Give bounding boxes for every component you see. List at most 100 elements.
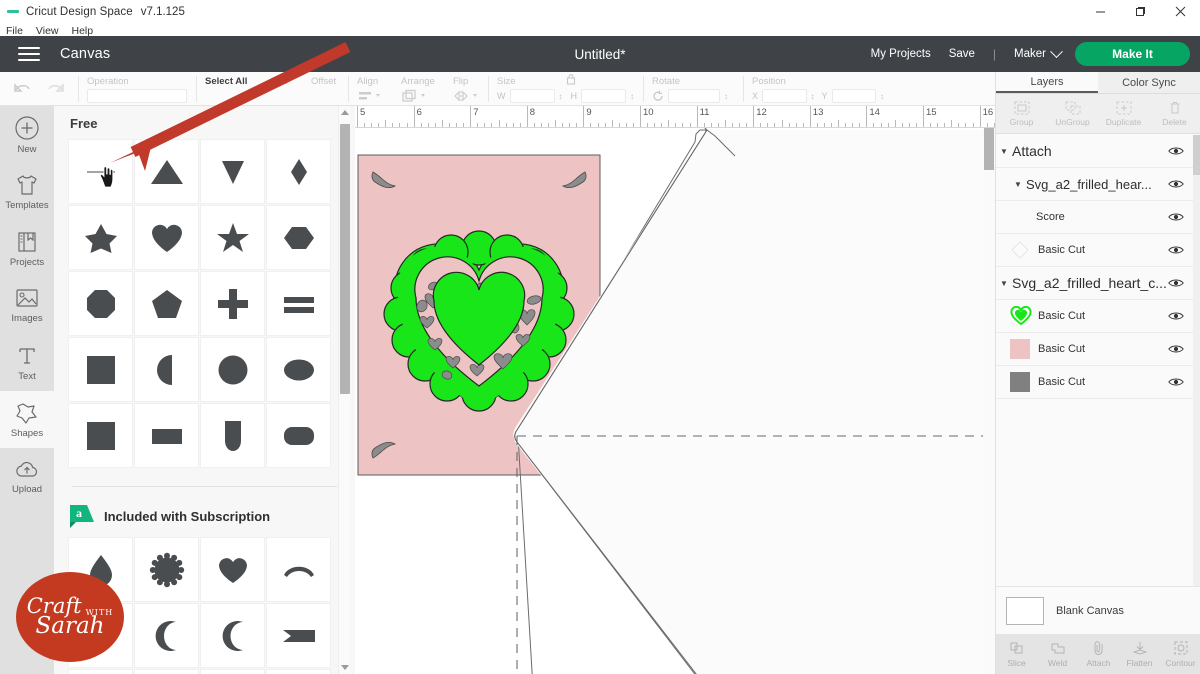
hamburger-menu-icon[interactable]: [18, 47, 40, 61]
contour-button[interactable]: Contour: [1160, 634, 1200, 674]
sidebar-item-text[interactable]: Text: [0, 334, 54, 391]
size-h-input[interactable]: [581, 89, 626, 103]
layer-row-basic-cut-green[interactable]: Basic Cut: [996, 300, 1194, 333]
shape-cell-partial-1[interactable]: [68, 669, 133, 674]
shape-cell-banner[interactable]: [266, 603, 331, 668]
blank-canvas-swatch[interactable]: [1006, 597, 1044, 625]
canvas-artboard[interactable]: [355, 128, 995, 674]
rotate-input[interactable]: [668, 89, 720, 103]
shape-cell-tombstone[interactable]: [200, 403, 265, 468]
close-icon[interactable]: [1160, 0, 1200, 23]
shape-cell-arc[interactable]: [266, 537, 331, 602]
shape-cell-octagon[interactable]: [68, 271, 133, 336]
undo-icon[interactable]: [12, 81, 32, 97]
save-button[interactable]: Save: [949, 48, 975, 60]
shape-cell-half-circle[interactable]: [134, 337, 199, 402]
toolbar-position[interactable]: Position X ↕ Y ↕: [743, 72, 893, 106]
position-y-input[interactable]: [832, 89, 876, 103]
twisty-down-icon[interactable]: ▼: [996, 279, 1012, 288]
sidebar-item-shapes[interactable]: Shapes: [0, 391, 54, 448]
scroll-up-arrow-icon[interactable]: [341, 110, 349, 115]
layer-row-basic-cut-1[interactable]: Basic Cut: [996, 234, 1194, 267]
weld-button[interactable]: Weld: [1037, 634, 1078, 674]
layer-swatch-diamond[interactable]: [1010, 240, 1030, 260]
size-w-input[interactable]: [510, 89, 555, 103]
twisty-down-icon[interactable]: ▼: [1010, 180, 1026, 189]
shape-cell-square-2[interactable]: [68, 403, 133, 468]
canvas-scroll-thumb[interactable]: [984, 128, 994, 170]
shape-cell-partial-3[interactable]: [200, 669, 265, 674]
shape-cell-partial-4[interactable]: [266, 669, 331, 674]
toolbar-rotate[interactable]: Rotate ↕: [643, 72, 743, 106]
shape-cell-crescent-2[interactable]: [200, 603, 265, 668]
shape-cell-cross[interactable]: [200, 271, 265, 336]
flip-icon[interactable]: [453, 89, 481, 103]
sidebar-item-projects[interactable]: Projects: [0, 220, 54, 277]
layer-row-score[interactable]: Score: [996, 201, 1194, 234]
toolbar-size[interactable]: Size W ↕ H ↕: [488, 72, 643, 106]
group-button[interactable]: Group: [996, 94, 1047, 133]
minimize-icon[interactable]: [1080, 0, 1120, 23]
menu-item-help[interactable]: Help: [72, 25, 94, 37]
shape-cell-rounded-rect[interactable]: [266, 403, 331, 468]
redo-icon[interactable]: [46, 81, 66, 97]
layer-row-frilled-heart-c[interactable]: ▼ Svg_a2_frilled_heart_c...: [996, 267, 1194, 300]
layers-scroll-thumb[interactable]: [1193, 135, 1200, 175]
duplicate-button[interactable]: Duplicate: [1098, 94, 1149, 133]
attach-button[interactable]: Attach: [1078, 634, 1119, 674]
ungroup-button[interactable]: UnGroup: [1047, 94, 1098, 133]
eye-icon[interactable]: [1168, 376, 1184, 388]
shape-cell-rectangle[interactable]: [134, 403, 199, 468]
shape-cell-triangle[interactable]: [134, 139, 199, 204]
shape-cell-heart[interactable]: [134, 205, 199, 270]
position-x-input[interactable]: [762, 89, 806, 103]
blank-canvas-row[interactable]: Blank Canvas: [996, 586, 1200, 634]
shape-cell-square[interactable]: [68, 337, 133, 402]
layer-row-frilled-heart[interactable]: ▼ Svg_a2_frilled_hear...: [996, 168, 1194, 201]
chevron-down-icon[interactable]: [1050, 45, 1063, 58]
lock-icon[interactable]: [566, 73, 576, 85]
shape-cell-triangle-down[interactable]: [200, 139, 265, 204]
shape-cell-pentagon[interactable]: [134, 271, 199, 336]
shapes-panel-scrollbar[interactable]: [338, 106, 350, 674]
shape-cell-crescent[interactable]: [134, 603, 199, 668]
shape-cell-ellipse[interactable]: [266, 337, 331, 402]
position-x-stepper[interactable]: ↕: [811, 92, 815, 101]
sidebar-item-images[interactable]: Images: [0, 277, 54, 334]
my-projects-link[interactable]: My Projects: [871, 48, 931, 60]
shape-cell-line[interactable]: [68, 139, 133, 204]
layer-swatch-gray[interactable]: [1010, 372, 1030, 392]
eye-icon[interactable]: [1168, 244, 1184, 256]
design-canvas[interactable]: 5678910111213141516: [355, 106, 995, 674]
delete-button[interactable]: Delete: [1149, 94, 1200, 133]
maximize-icon[interactable]: [1120, 0, 1160, 23]
shape-cell-circle[interactable]: [200, 337, 265, 402]
sidebar-item-templates[interactable]: Templates: [0, 163, 54, 220]
flatten-button[interactable]: Flatten: [1119, 634, 1160, 674]
align-icon[interactable]: [357, 89, 383, 103]
position-y-stepper[interactable]: ↕: [880, 92, 884, 101]
shape-cell-star-sharp[interactable]: [200, 205, 265, 270]
menu-item-file[interactable]: File: [6, 25, 23, 37]
rotate-icon[interactable]: [652, 90, 664, 102]
eye-icon[interactable]: [1168, 310, 1184, 322]
tab-layers[interactable]: Layers: [996, 72, 1098, 93]
toolbar-flip[interactable]: Flip: [444, 72, 488, 106]
size-w-stepper[interactable]: ↕: [559, 92, 563, 101]
layers-scrollbar[interactable]: [1193, 135, 1200, 611]
eye-icon[interactable]: [1168, 277, 1184, 289]
shape-cell-star-round[interactable]: [68, 205, 133, 270]
layer-row-basic-cut-gray[interactable]: Basic Cut: [996, 366, 1194, 399]
rotate-stepper[interactable]: ↕: [724, 92, 728, 101]
machine-selector-label[interactable]: Maker: [1014, 48, 1046, 60]
eye-icon[interactable]: [1168, 343, 1184, 355]
shape-cell-hexagon[interactable]: [266, 205, 331, 270]
layer-row-basic-cut-pink[interactable]: Basic Cut: [996, 333, 1194, 366]
make-it-button[interactable]: Make It: [1075, 42, 1190, 66]
toolbar-arrange[interactable]: Arrange: [392, 72, 444, 106]
shape-cell-scalloped-circle[interactable]: [134, 537, 199, 602]
size-h-stepper[interactable]: ↕: [630, 92, 634, 101]
tab-color-sync[interactable]: Color Sync: [1098, 72, 1200, 93]
shape-cell-diamond[interactable]: [266, 139, 331, 204]
toolbar-edit[interactable]: Edit: [262, 72, 302, 106]
